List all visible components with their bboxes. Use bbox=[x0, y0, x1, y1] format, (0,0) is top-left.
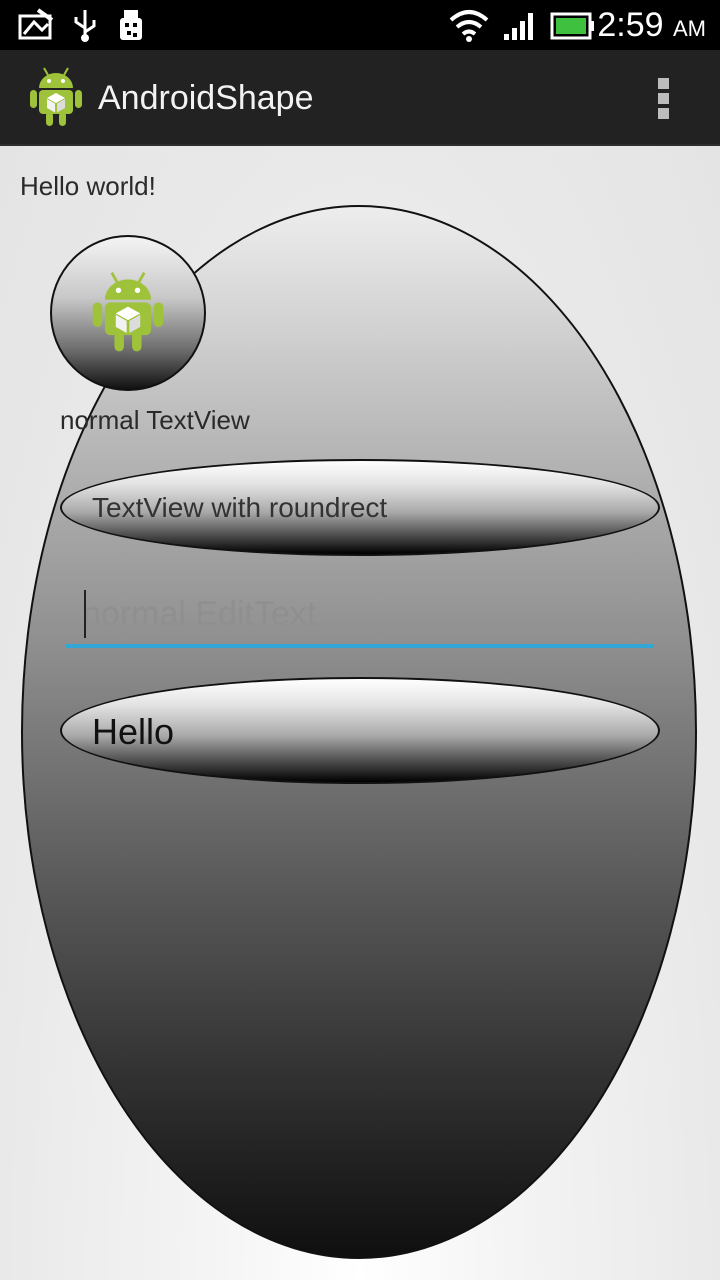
usb-icon bbox=[74, 10, 96, 42]
android-robot-icon bbox=[92, 271, 164, 352]
normal-edittext[interactable] bbox=[66, 582, 654, 648]
signal-icon bbox=[504, 13, 533, 40]
roundrect-textview-label: TextView with roundrect bbox=[92, 492, 388, 523]
hello-button[interactable]: Hello bbox=[60, 677, 660, 784]
hello-button-label: Hello bbox=[92, 711, 175, 752]
photo-icon bbox=[18, 8, 54, 40]
clock-time: 2:59 bbox=[597, 6, 664, 44]
normal-textview: normal TextView bbox=[60, 405, 250, 435]
status-clock: 2:59 AM bbox=[597, 4, 706, 50]
app-title: AndroidShape bbox=[98, 79, 314, 117]
content-area: Hello world! normal TextView TextView wi… bbox=[0, 146, 720, 1280]
roundrect-textview: TextView with roundrect bbox=[60, 459, 660, 556]
hello-world-text: Hello world! bbox=[20, 171, 156, 201]
clock-ampm: AM bbox=[673, 16, 706, 41]
battery-icon bbox=[550, 12, 594, 40]
action-bar: AndroidShape bbox=[0, 50, 720, 146]
edittext-input[interactable] bbox=[82, 592, 642, 636]
status-bar: 2:59 AM bbox=[0, 0, 720, 50]
text-cursor bbox=[84, 590, 86, 638]
wifi-icon bbox=[449, 10, 489, 42]
debug-icon bbox=[120, 10, 142, 40]
avatar-image bbox=[50, 235, 206, 391]
overflow-menu-icon[interactable] bbox=[650, 74, 678, 122]
android-robot-icon[interactable] bbox=[28, 66, 84, 128]
edittext-underline bbox=[66, 644, 654, 648]
